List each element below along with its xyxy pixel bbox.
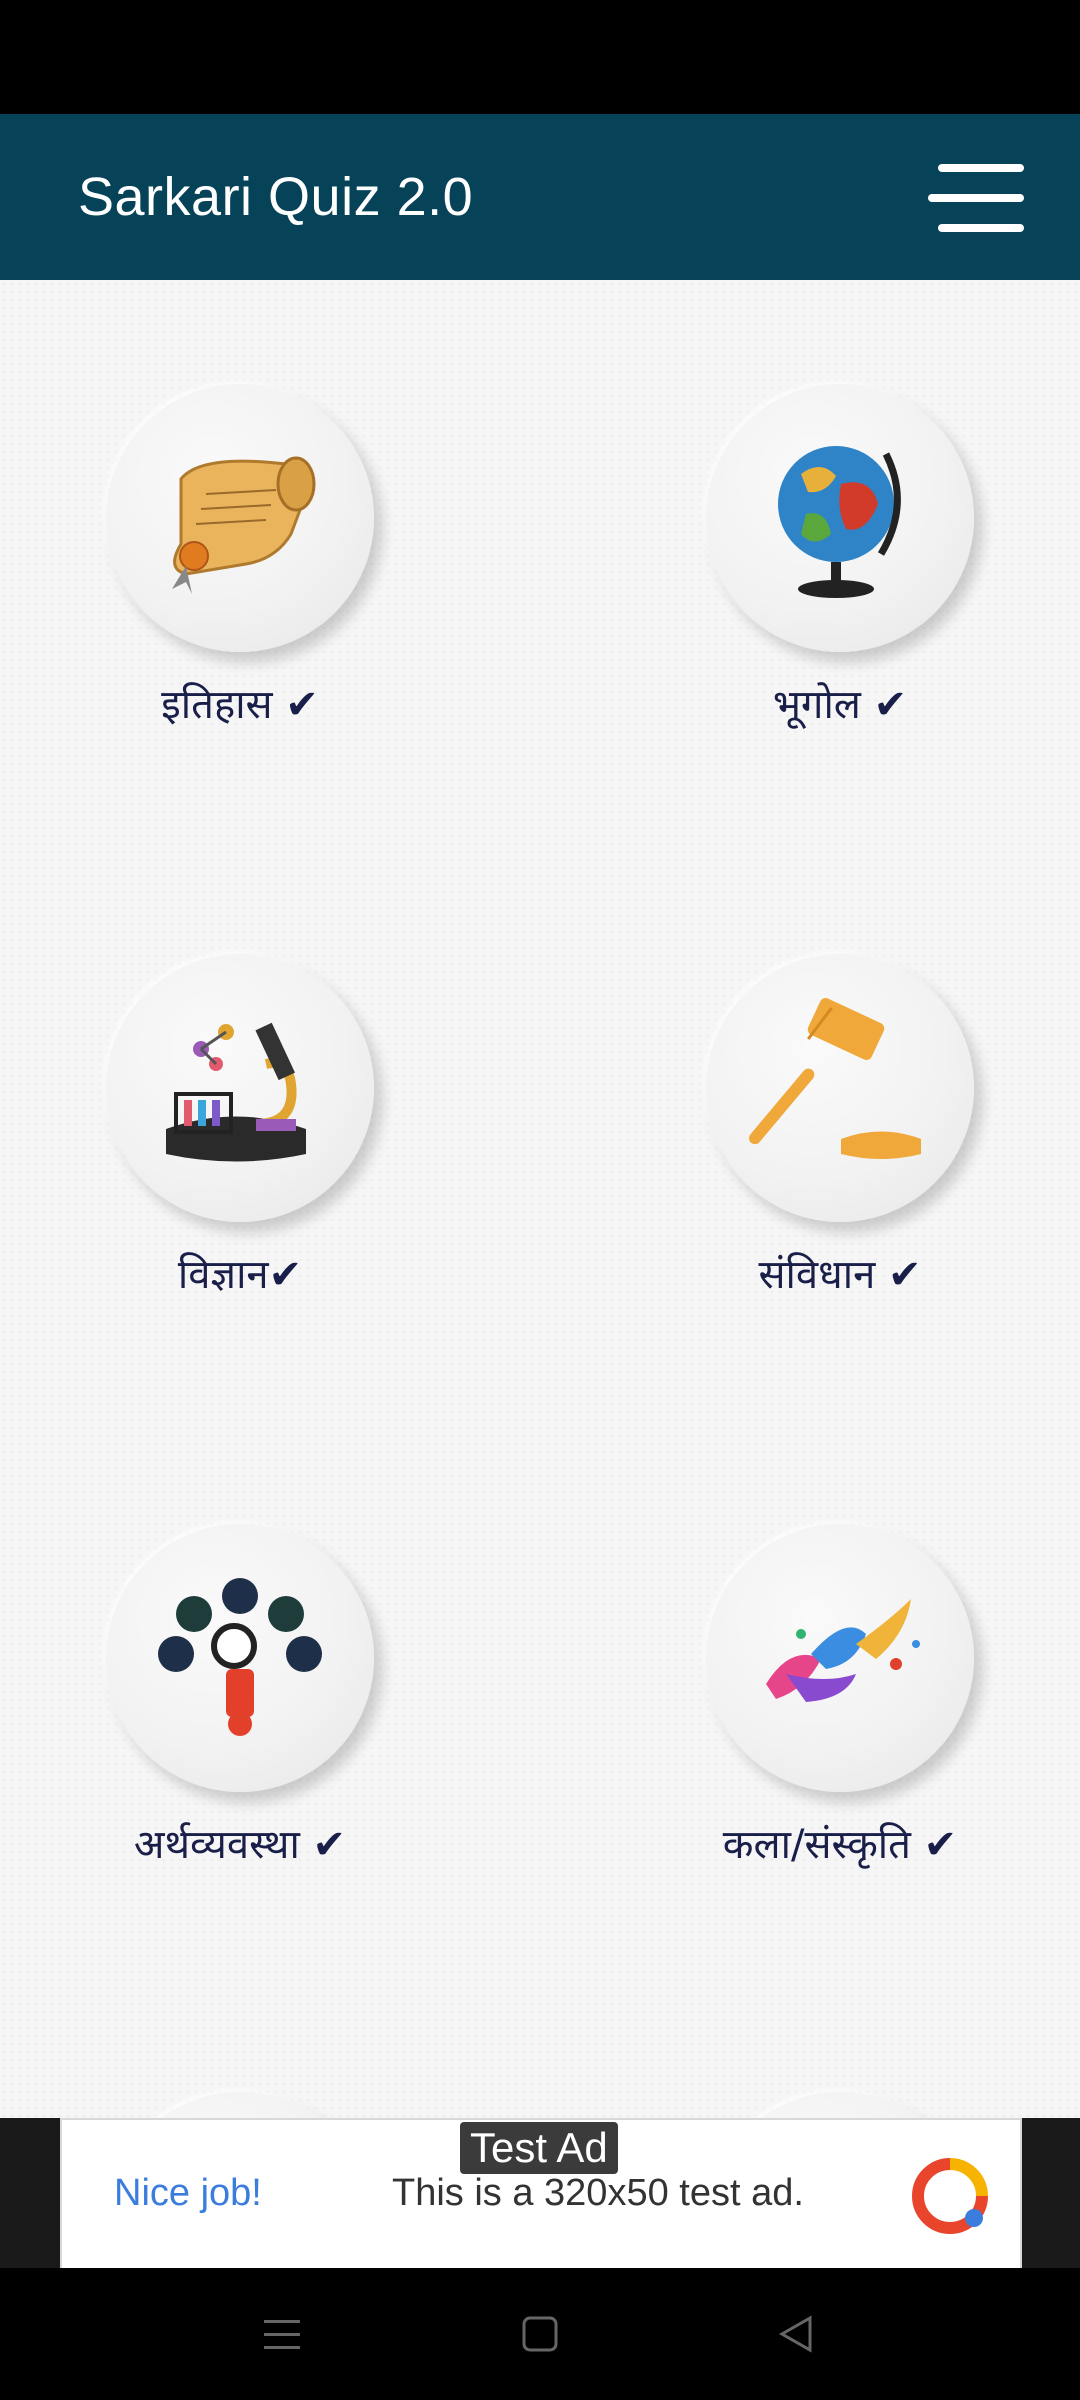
menu-icon[interactable] [928, 164, 1024, 234]
economy-circle[interactable] [106, 1524, 374, 1792]
history-circle[interactable] [106, 384, 374, 652]
status-bar [0, 0, 1080, 114]
system-nav-bar [0, 2268, 1080, 2400]
category-label: इतिहास ✔ [161, 682, 319, 728]
category-grid: इतिहास ✔ भूगोल ✔ विज्ञान✔ संविधान ✔ अर्थ… [0, 280, 1080, 2118]
history-scroll-icon [172, 456, 316, 594]
app-bar: Sarkari Quiz 2.0 [0, 114, 1080, 280]
back-icon[interactable] [776, 2314, 816, 2354]
category-circle-partial[interactable] [106, 2092, 374, 2118]
category-circle-partial[interactable] [706, 2092, 974, 2118]
ad-logo-icon [912, 2158, 988, 2234]
category-label: अर्थव्यवस्था ✔ [133, 1822, 347, 1868]
art-dance-icon [766, 1599, 920, 1702]
science-lab-icon [166, 1022, 306, 1162]
gavel-icon [749, 998, 921, 1159]
recent-apps-icon[interactable] [262, 2316, 302, 2354]
ad-body: This is a 320x50 test ad. [392, 2172, 804, 2214]
app-title: Sarkari Quiz 2.0 [78, 167, 474, 227]
home-icon[interactable] [520, 2314, 560, 2354]
economy-icon [158, 1578, 322, 1736]
category-label: कला/संस्कृति ✔ [722, 1822, 958, 1868]
constitution-circle[interactable] [706, 954, 974, 1222]
ad-tag: Test Ad [460, 2122, 618, 2174]
category-label: भूगोल ✔ [772, 682, 908, 728]
globe-icon [778, 446, 901, 598]
category-label: विज्ञान✔ [177, 1252, 303, 1298]
ad-headline: Nice job! [114, 2172, 262, 2214]
art-culture-circle[interactable] [706, 1524, 974, 1792]
geography-circle[interactable] [706, 384, 974, 652]
science-circle[interactable] [106, 954, 374, 1222]
category-label: संविधान ✔ [758, 1252, 922, 1298]
